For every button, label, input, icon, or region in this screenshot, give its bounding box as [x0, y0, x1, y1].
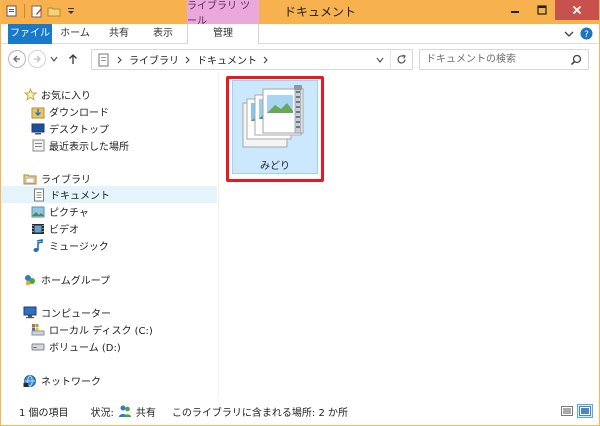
shared-people-icon [118, 404, 132, 418]
title-bar[interactable]: ライブラリ ツール ドキュメント [1, 0, 599, 27]
address-bar[interactable]: ライブラリ ドキュメント [91, 49, 413, 70]
documents-icon [32, 188, 46, 202]
system-drive-icon [31, 323, 45, 337]
help-label: ? [584, 30, 589, 40]
address-history-chevron-down-icon[interactable] [374, 53, 386, 67]
tab-file[interactable]: ファイル [8, 24, 52, 44]
nav-desktop[interactable]: デスクトップ [1, 120, 217, 137]
nav-network-label: ネットワーク [41, 377, 101, 388]
nav-downloads-label: ダウンロード [49, 108, 109, 119]
nav-pictures-label: ピクチャ [49, 208, 89, 219]
tab-manage[interactable]: 管理 [187, 24, 259, 44]
file-item-midori[interactable]: みどり [232, 80, 318, 174]
homegroup-icon [23, 273, 37, 287]
libraries-folder-icon [23, 172, 37, 186]
quick-access-toolbar [5, 4, 78, 18]
breadcrumb-separator-icon[interactable] [263, 55, 269, 65]
videos-icon [31, 222, 45, 236]
status-bar: 1 個の項目 状況: 共有 このライブラリに含まれる場所: 2 か所 [1, 397, 599, 425]
nav-libraries-label: ライブラリ [41, 175, 91, 186]
tab-view[interactable]: 表示 [141, 24, 185, 44]
nav-favorites-label: お気に入り [41, 91, 91, 102]
nav-desktop-label: デスクトップ [49, 125, 109, 136]
nav-homegroup-label: ホームグループ [41, 276, 111, 287]
new-document-icon[interactable] [30, 4, 44, 18]
details-view-icon[interactable] [559, 404, 575, 418]
nav-music-label: ミュージック [49, 242, 109, 253]
computer-icon [23, 306, 37, 320]
search-icon[interactable] [570, 54, 582, 66]
window-controls [501, 0, 599, 20]
nav-volume-d-label: ボリューム (D:) [49, 343, 121, 354]
network-icon [23, 374, 37, 388]
item-count: 1 個の項目 [19, 407, 69, 419]
downloads-folder-icon [31, 105, 45, 119]
maximize-button[interactable] [528, 0, 555, 20]
share-status: 共有 [135, 407, 156, 419]
nav-computer-label: コンピューター [41, 309, 111, 320]
recent-locations-chevron-down-icon[interactable] [49, 53, 59, 65]
forward-button[interactable] [28, 50, 46, 68]
view-toggle [559, 404, 593, 418]
nav-videos-label: ビデオ [49, 225, 79, 236]
file-name: みどり [260, 161, 290, 172]
properties-icon[interactable] [5, 4, 19, 18]
breadcrumb-libraries[interactable]: ライブラリ [129, 52, 179, 67]
library-location-icon [97, 53, 111, 67]
qat-separator [24, 4, 25, 18]
tab-home[interactable]: ホーム [53, 24, 97, 44]
star-icon [23, 88, 37, 102]
search-input[interactable] [426, 52, 566, 67]
close-button[interactable] [555, 0, 599, 20]
nav-local-disk-c[interactable]: ローカル ディスク (C:) [1, 321, 217, 338]
nav-computer[interactable]: コンピューター [1, 304, 217, 321]
pictures-icon [31, 205, 45, 219]
minimize-button[interactable] [501, 0, 528, 20]
up-arrow-icon[interactable] [67, 52, 79, 66]
library-locations: このライブラリに含まれる場所: 2 か所 [171, 407, 349, 419]
window-inner: ライブラリ ツール ドキュメント ファイル ホーム 共有 表示 管理 ? ライブ… [1, 0, 599, 425]
zip-folder-thumbnail-icon [239, 85, 311, 153]
help-icon[interactable]: ? [580, 27, 593, 43]
nav-libraries[interactable]: ライブラリ [1, 170, 217, 187]
large-icons-view-icon[interactable] [577, 404, 593, 418]
nav-homegroup[interactable]: ホームグループ [1, 271, 217, 288]
library-tools-context-header: ライブラリ ツール [187, 0, 259, 27]
search-box[interactable] [419, 49, 589, 70]
expand-ribbon-icon[interactable] [564, 29, 574, 42]
nav-favorites[interactable]: お気に入り [1, 86, 217, 103]
desktop-icon [31, 122, 45, 136]
music-note-icon [31, 238, 45, 253]
new-folder-icon[interactable] [47, 4, 61, 18]
navigation-bar: ライブラリ ドキュメント [1, 44, 599, 74]
nav-documents[interactable]: ドキュメント [1, 186, 217, 203]
nav-recent-places-label: 最近表示した場所 [49, 142, 129, 153]
nav-pictures[interactable]: ピクチャ [1, 203, 217, 220]
recent-places-icon [31, 139, 45, 153]
breadcrumb-separator-icon[interactable] [117, 55, 123, 65]
drive-icon [31, 340, 45, 354]
nav-downloads[interactable]: ダウンロード [1, 103, 217, 120]
qat-dropdown-icon[interactable] [64, 4, 78, 18]
nav-music[interactable]: ミュージック [1, 237, 217, 254]
refresh-icon [397, 54, 406, 64]
breadcrumb-separator-icon[interactable] [185, 55, 191, 65]
nav-videos[interactable]: ビデオ [1, 220, 217, 237]
navigation-pane[interactable]: お気に入り ダウンロード デスクトップ 最近表示した場所 ライブラリ ドキュメン… [1, 74, 219, 397]
nav-network[interactable]: ネットワーク [1, 372, 217, 389]
breadcrumb-documents[interactable]: ドキュメント [197, 52, 257, 67]
ribbon-right-controls: ? [564, 27, 593, 43]
nav-recent-places[interactable]: 最近表示した場所 [1, 137, 217, 154]
back-button[interactable] [8, 50, 26, 68]
ribbon: ファイル ホーム 共有 表示 管理 ? [1, 24, 599, 44]
refresh-button[interactable] [390, 50, 412, 69]
nav-volume-d[interactable]: ボリューム (D:) [1, 338, 217, 355]
nav-local-disk-c-label: ローカル ディスク (C:) [49, 326, 153, 337]
state-label: 状況: [90, 407, 114, 419]
explorer-window: ライブラリ ツール ドキュメント ファイル ホーム 共有 表示 管理 ? ライブ… [0, 0, 600, 426]
tab-share[interactable]: 共有 [97, 24, 141, 44]
file-list[interactable]: みどり [220, 74, 599, 397]
nav-documents-label: ドキュメント [50, 191, 110, 202]
